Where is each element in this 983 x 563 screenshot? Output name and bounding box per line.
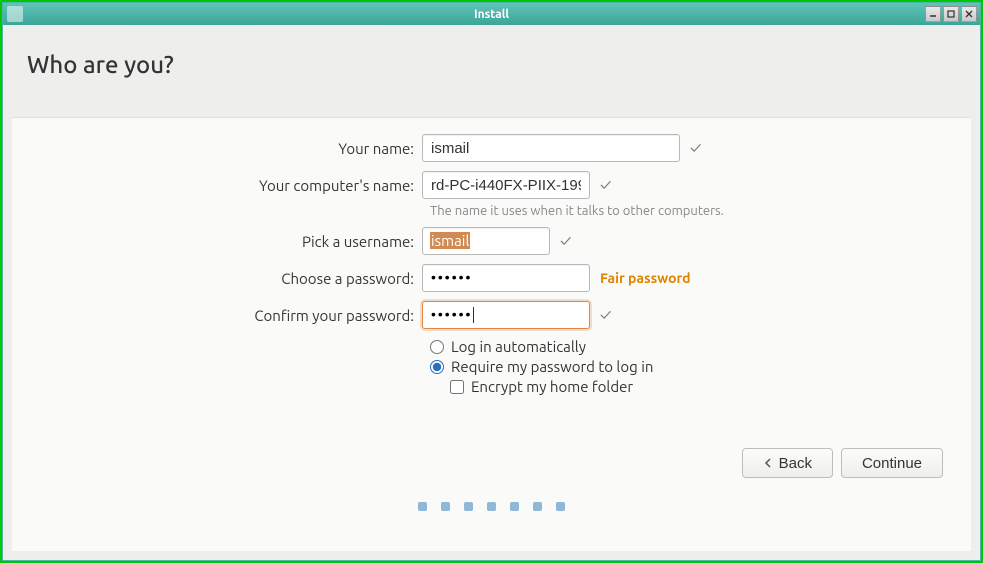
titlebar[interactable]: Install — [3, 3, 980, 25]
wizard-nav: Back Continue — [742, 448, 943, 478]
label-computer-name: Your computer's name: — [42, 177, 422, 194]
radio-require-password-input[interactable] — [430, 360, 444, 374]
your-name-input[interactable] — [422, 134, 680, 162]
window-title: Install — [3, 8, 980, 21]
page-title: Who are you? — [27, 51, 956, 78]
confirm-password-input[interactable] — [422, 301, 590, 329]
computer-name-hint: The name it uses when it talks to other … — [430, 204, 941, 218]
progress-dot — [510, 502, 519, 511]
content-area: Who are you? Your name: ✓ Your computer'… — [3, 25, 980, 560]
close-icon — [965, 10, 973, 18]
back-button-label: Back — [779, 455, 812, 472]
radio-require-password-label: Require my password to log in — [451, 358, 653, 375]
computer-name-input[interactable] — [422, 171, 590, 199]
checkbox-encrypt-home[interactable]: Encrypt my home folder — [430, 378, 941, 395]
row-computer-name: Your computer's name: ✓ — [42, 171, 941, 199]
check-icon: ✓ — [600, 176, 611, 194]
user-form: Your name: ✓ Your computer's name: ✓ The… — [12, 134, 971, 398]
checkbox-encrypt-home-label: Encrypt my home folder — [471, 378, 633, 395]
maximize-button[interactable] — [943, 6, 959, 22]
chevron-left-icon — [763, 458, 773, 468]
maximize-icon — [947, 10, 955, 18]
close-button[interactable] — [961, 6, 977, 22]
continue-button[interactable]: Continue — [841, 448, 943, 478]
progress-dot — [556, 502, 565, 511]
check-icon: ✓ — [690, 139, 701, 157]
progress-dot — [487, 502, 496, 511]
label-password: Choose a password: — [42, 270, 422, 287]
row-your-name: Your name: ✓ — [42, 134, 941, 162]
login-options: Log in automatically Require my password… — [430, 338, 941, 395]
checkbox-encrypt-home-input[interactable] — [450, 380, 464, 394]
progress-dots — [12, 502, 971, 511]
minimize-icon — [929, 10, 937, 18]
check-icon: ✓ — [560, 232, 571, 250]
label-your-name: Your name: — [42, 140, 422, 157]
window-controls — [925, 6, 977, 22]
progress-dot — [441, 502, 450, 511]
minimize-button[interactable] — [925, 6, 941, 22]
password-input[interactable] — [422, 264, 590, 292]
radio-auto-login-input[interactable] — [430, 340, 444, 354]
radio-auto-login[interactable]: Log in automatically — [430, 338, 941, 355]
row-confirm-password: Confirm your password: •••••• ✓ — [42, 301, 941, 329]
install-window: Install Who are you? Your name: — [2, 2, 981, 561]
check-icon: ✓ — [600, 306, 611, 324]
app-icon — [7, 6, 23, 22]
back-button[interactable]: Back — [742, 448, 833, 478]
progress-dot — [464, 502, 473, 511]
row-password: Choose a password: •••••• Fair password — [42, 264, 941, 292]
password-strength: Fair password — [600, 270, 691, 286]
radio-require-password[interactable]: Require my password to log in — [430, 358, 941, 375]
form-panel: Your name: ✓ Your computer's name: ✓ The… — [12, 117, 971, 551]
label-confirm: Confirm your password: — [42, 307, 422, 324]
continue-button-label: Continue — [862, 455, 922, 472]
progress-dot — [418, 502, 427, 511]
radio-auto-login-label: Log in automatically — [451, 338, 586, 355]
progress-dot — [533, 502, 542, 511]
row-username: Pick a username: ismail ✓ — [42, 227, 941, 255]
username-input[interactable] — [422, 227, 550, 255]
label-username: Pick a username: — [42, 233, 422, 250]
